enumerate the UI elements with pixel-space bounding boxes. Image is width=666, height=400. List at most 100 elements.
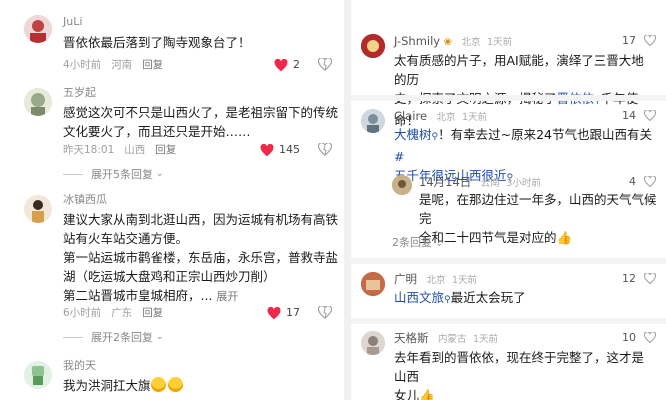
comment-text: 去年看到的晋依依，现在终于完整了，这才是山西 女儿👍 — [394, 348, 646, 400]
comment-username[interactable]: 广明 — [394, 272, 417, 286]
comment-item: 冰镇西瓜 建议大家从南到北逛山西，因为运城有机场有高铁 站有火车站交通方便。 第… — [0, 190, 344, 350]
expand-replies-label: 展开5条回复 — [91, 168, 153, 181]
comment-location: 山西 — [124, 144, 146, 156]
comment-username[interactable]: 冰镇西瓜 — [63, 193, 107, 207]
like-count: 145 — [279, 143, 300, 156]
comment-location: 北京 — [461, 37, 481, 48]
avatar[interactable] — [361, 34, 385, 58]
surprised-emoji-icon — [167, 377, 183, 392]
comment-item: 五岁起 感觉这次可不只是山西火了，是老祖宗留下的传统 文化要火了，而且还只是开始… — [0, 80, 344, 190]
search-link[interactable]: 山西文旅 — [394, 290, 444, 305]
chevron-down-icon: ⌄ — [435, 239, 444, 249]
reply-button[interactable]: 回复 — [142, 307, 163, 319]
comment-location: 广东 — [111, 307, 133, 319]
heart-outline-icon[interactable] — [644, 273, 656, 284]
comment-username[interactable]: JuLi — [63, 15, 82, 29]
comment-text-line: 站有火车站交通方便。 — [63, 231, 189, 246]
reply-item: 14月14日 云南 3小时前 4 是呢，在那边住过一年多，山西的天气气候完 全和… — [351, 169, 666, 245]
heart-outline-icon[interactable] — [644, 35, 656, 46]
comment-panel-left: JuLi 晋依依最后落到了陶寺观象台了！ 4小时前 河南 回复 2 五岁起 感觉这次… — [0, 0, 344, 400]
comment-location: 内蒙古 — [438, 334, 467, 345]
comment-meta: 昨天18:01 山西 回复 — [63, 143, 186, 157]
reply-button[interactable]: 回复 — [142, 59, 163, 71]
comment-text: 山西文旅⚲最近太会玩了 — [394, 288, 646, 310]
avatar[interactable] — [392, 175, 412, 195]
comment-username[interactable]: J-Shmily — [394, 34, 440, 48]
comment-text-line: 感觉这次可不只是山西火了，是老祖宗留下的传统 — [63, 105, 339, 120]
comment-text-line: 太有质感的片子，用AI赋能，演绎了三晋大地的历 — [394, 53, 644, 87]
comment-text-segment: 我为洪洞扛大旗 — [63, 378, 151, 393]
avatar[interactable] — [24, 361, 52, 389]
comment-text-line: 是呢，在那边住过一年多，山西的天气气候完 — [419, 192, 657, 226]
heart-icon — [260, 143, 274, 156]
comment-time: 3小时前 — [506, 178, 541, 189]
comment-location: 北京 — [426, 275, 446, 286]
chevron-down-icon: ⌄ — [156, 332, 164, 342]
avatar[interactable] — [361, 109, 385, 133]
comment-username[interactable]: 我的天 — [63, 359, 96, 373]
comment-text: 感觉这次可不只是山西火了，是老祖宗留下的传统 文化要火了，而且还只是开始…… — [63, 103, 338, 141]
comment-text-segment: 女儿 — [394, 388, 420, 400]
avatar[interactable] — [361, 331, 385, 355]
comment-header: J-Shmily ❀ 北京 1天前 — [394, 34, 512, 50]
comment-text-line: 第二站晋城市皇城相府，... 展开 — [63, 286, 338, 306]
like-button[interactable]: 2 — [274, 58, 300, 72]
expand-replies: 2条回复 ⌄ — [392, 234, 443, 250]
comment-header: 天格斯 内蒙古 1天前 — [394, 331, 498, 347]
comment-location: 云南 — [480, 178, 500, 189]
avatar[interactable] — [24, 195, 52, 223]
avatar[interactable] — [361, 272, 385, 296]
dislike-icon[interactable] — [318, 58, 332, 72]
comment-text-line: 去年看到的晋依依，现在终于完整了，这才是山西 — [394, 350, 645, 384]
comment-time: 1天前 — [462, 112, 488, 123]
heart-outline-icon[interactable] — [644, 110, 656, 121]
comment-username[interactable]: Claire — [394, 109, 427, 123]
like-button[interactable]: 145 — [260, 143, 300, 157]
comment-panel-right: J-Shmily ❀ 北京 1天前 17 太有质感的片子，用AI赋能，演绎了三晋… — [351, 0, 666, 400]
comment-text-line: 女儿👍 — [394, 386, 646, 400]
comment-meta: 4小时前 河南 回复 — [63, 58, 173, 72]
like-count: 12 — [622, 272, 636, 285]
comment-username[interactable]: 14月14日 — [419, 175, 471, 189]
comment-text-segment: ！有幸去过~原来24节气也跟山西有关 — [438, 127, 652, 142]
heart-icon — [267, 306, 281, 319]
expand-replies-button[interactable]: 2条回复 ⌄ — [351, 231, 666, 253]
expand-replies-button[interactable]: 展开2条回复 ⌄ — [63, 329, 164, 345]
heart-outline-icon[interactable] — [644, 176, 656, 187]
comment-item: J-Shmily ❀ 北京 1天前 17 太有质感的片子，用AI赋能，演绎了三晋… — [351, 0, 666, 128]
search-link[interactable]: 大槐树 — [394, 127, 432, 142]
comment-location: 河南 — [111, 59, 133, 71]
comment-username[interactable]: 天格斯 — [394, 331, 429, 345]
comment-username[interactable]: 五岁起 — [63, 86, 96, 100]
comment-text-line: 建议大家从南到北逛山西，因为运城有机场有高铁 — [63, 212, 339, 227]
comment-text-line: 湖（吃运城大盘鸡和正宗山西炒刀削） — [63, 269, 276, 284]
comment-location: 北京 — [436, 112, 456, 123]
avatar[interactable] — [24, 88, 52, 116]
like-count: 10 — [622, 331, 636, 344]
comment-text: 我为洪洞扛大旗 — [63, 376, 183, 395]
reply-button[interactable]: 回复 — [155, 144, 176, 156]
hashtag-link[interactable]: # — [394, 149, 404, 164]
comment-text: 建议大家从南到北逛山西，因为运城有机场有高铁 站有火车站交通方便。 第一站运城市… — [63, 210, 338, 306]
expand-text-button[interactable]: 展开 — [216, 290, 238, 303]
comment-time: 1天前 — [487, 37, 513, 48]
expand-replies-button[interactable]: 展开5条回复 ⌄ — [63, 166, 164, 182]
dislike-icon[interactable] — [318, 143, 332, 157]
expand-replies-label: 展开2条回复 — [91, 331, 153, 344]
comment-header: Claire 北京 1天前 — [394, 109, 487, 125]
crying-emoji-icon — [150, 377, 166, 392]
thumbs-up-icon: 👍 — [419, 388, 435, 400]
like-count: 4 — [629, 175, 636, 188]
avatar[interactable] — [24, 15, 52, 43]
like-button[interactable]: 17 — [267, 306, 300, 320]
heart-outline-icon[interactable] — [644, 332, 656, 343]
dislike-icon[interactable] — [318, 306, 332, 320]
like-count: 17 — [286, 306, 300, 319]
comment-text: 晋依依最后落到了陶寺观象台了！ — [63, 35, 251, 50]
expand-replies-label: 2条回复 — [392, 236, 432, 249]
comment-time: 6小时前 — [63, 307, 102, 319]
search-icon: ⚲ — [444, 295, 451, 305]
comment-meta: 6小时前 广东 回复 — [63, 306, 173, 320]
comment-text-segment: 第二站晋城市皇城相府，... — [63, 288, 213, 303]
comment-item: Claire 北京 1天前 14 大槐树⚲！有幸去过~原来24节气也跟山西有关 … — [351, 101, 666, 183]
